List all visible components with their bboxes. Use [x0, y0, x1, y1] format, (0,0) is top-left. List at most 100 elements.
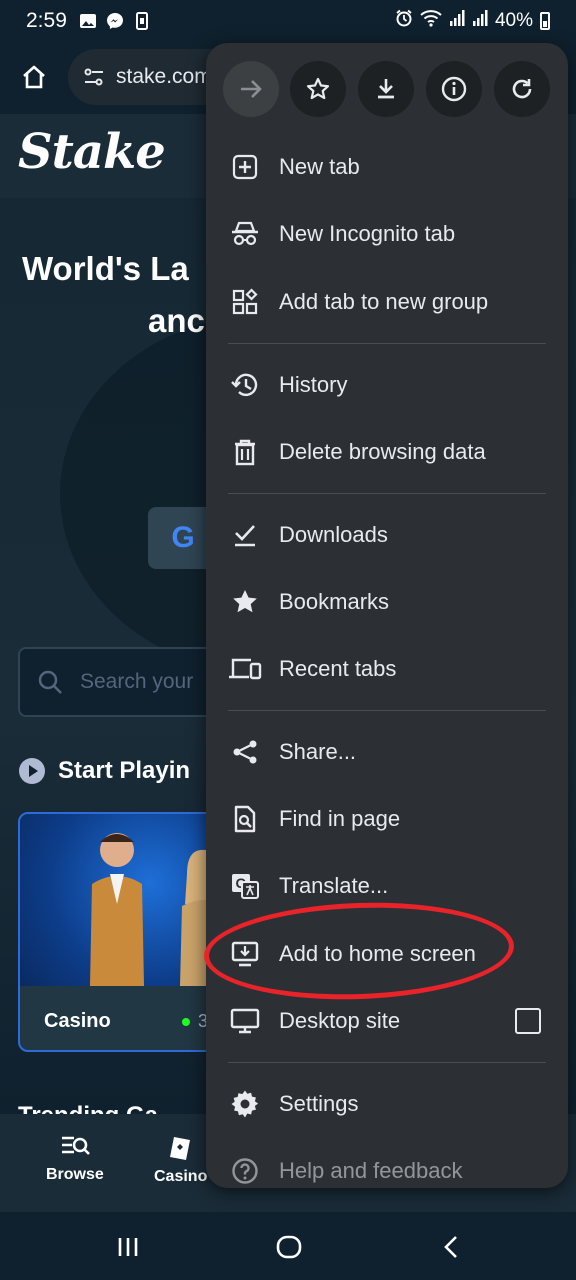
home-icon	[23, 65, 45, 89]
menu-label: Find in page	[279, 806, 401, 831]
status-left-icons	[78, 11, 151, 30]
gear-icon	[228, 1087, 262, 1121]
refresh-icon	[512, 79, 532, 99]
menu-divider	[228, 493, 546, 494]
menu-label: Bookmarks	[279, 589, 390, 614]
tab-group-icon	[228, 285, 262, 319]
menu-label: Delete browsing data	[279, 439, 486, 464]
menu-item-translate[interactable]: G Translate...	[206, 856, 568, 916]
menu-divider	[228, 343, 546, 344]
start-playing-heading: Start Playin	[18, 757, 190, 785]
menu-label: New tab	[279, 154, 360, 179]
devices-icon	[228, 652, 262, 686]
star-icon	[306, 77, 330, 100]
home-button[interactable]	[17, 60, 51, 94]
menu-item-desktop-site[interactable]: Desktop site	[206, 991, 568, 1051]
menu-label: Share...	[279, 739, 357, 764]
play-icon	[19, 758, 45, 784]
menu-item-history[interactable]: History	[206, 355, 568, 415]
messenger-icon	[105, 11, 124, 30]
page-info-button[interactable]	[426, 61, 482, 117]
share-icon	[228, 735, 262, 769]
nav-casino-label: Casino	[154, 1168, 208, 1185]
battery-percent: 40%	[494, 10, 533, 31]
menu-label: New Incognito tab	[279, 221, 456, 246]
sim-icon	[132, 11, 151, 30]
back-button[interactable]	[436, 1232, 466, 1262]
menu-label: Settings	[279, 1091, 359, 1116]
menu-label: History	[279, 372, 348, 397]
menu-item-recent-tabs[interactable]: Recent tabs	[206, 639, 568, 699]
menu-item-delete-browsing-data[interactable]: Delete browsing data	[206, 422, 568, 482]
home-circle-icon	[276, 1235, 302, 1259]
menu-item-add-to-home-screen[interactable]: Add to home screen	[206, 924, 568, 984]
menu-top-bar	[206, 43, 568, 143]
menu-item-share[interactable]: Share...	[206, 722, 568, 782]
download-icon	[378, 79, 394, 99]
nav-browse[interactable]: Browse	[46, 1134, 104, 1184]
search-placeholder: Search your	[80, 670, 194, 693]
menu-item-settings[interactable]: Settings	[206, 1074, 568, 1134]
alarm-icon	[395, 9, 413, 33]
menu-item-find-in-page[interactable]: Find in page	[206, 789, 568, 849]
wifi-icon	[420, 9, 442, 33]
nav-casino[interactable]: Casino	[154, 1134, 207, 1186]
menu-divider	[228, 710, 546, 711]
casino-card-label: Casino	[44, 1010, 111, 1032]
online-indicator	[182, 1018, 190, 1026]
refresh-button[interactable]	[494, 61, 550, 117]
nav-browse-label: Browse	[46, 1166, 104, 1183]
url-text: stake.com	[116, 65, 212, 88]
casino-icon	[169, 1137, 190, 1160]
status-bar: 2:59 40%	[0, 0, 576, 44]
start-playing-text: Start Playin	[58, 757, 191, 784]
forward-icon	[241, 80, 262, 98]
translate-icon: G	[228, 869, 262, 903]
battery-icon	[540, 12, 550, 30]
history-icon	[228, 368, 262, 402]
info-icon	[441, 76, 467, 102]
dealer-image	[90, 833, 144, 986]
overflow-menu: New tab New Incognito tab Add tab to new…	[206, 43, 568, 1188]
recent-apps-button[interactable]	[113, 1232, 143, 1262]
stake-logo[interactable]: Stake	[18, 124, 166, 180]
downloads-icon	[228, 518, 262, 552]
menu-item-bookmarks[interactable]: Bookmarks	[206, 572, 568, 632]
status-time: 2:59	[26, 9, 67, 32]
plus-box-icon	[228, 150, 262, 184]
trash-icon	[228, 435, 262, 469]
menu-label: Recent tabs	[279, 656, 397, 681]
image-icon	[78, 11, 97, 30]
hero-title: World's La	[22, 250, 189, 287]
bookmark-button[interactable]	[290, 61, 346, 117]
menu-label: Help and feedback	[279, 1158, 463, 1183]
menu-divider	[228, 1062, 546, 1063]
desktop-icon	[228, 1004, 262, 1038]
status-right: 40%	[395, 9, 550, 33]
trending-heading: Trending Ga	[18, 1102, 158, 1114]
find-in-page-icon	[228, 802, 262, 836]
hero-title-line2: anc	[148, 302, 205, 339]
menu-label: Downloads	[279, 522, 388, 547]
menu-item-downloads[interactable]: Downloads	[206, 505, 568, 565]
forward-button[interactable]	[223, 61, 279, 117]
menu-label: Add to home screen	[279, 941, 476, 966]
download-button[interactable]	[358, 61, 414, 117]
home-nav-button[interactable]	[274, 1232, 304, 1262]
signal-icon	[472, 9, 488, 33]
desktop-site-checkbox[interactable]	[515, 1008, 541, 1034]
search-icon	[38, 670, 62, 694]
android-nav-bar	[0, 1212, 576, 1280]
tune-icon[interactable]	[82, 65, 106, 89]
signal-icon	[449, 9, 465, 33]
menu-item-help-and-feedback[interactable]: Help and feedback	[206, 1141, 568, 1188]
menu-item-add-tab-to-group[interactable]: Add tab to new group	[206, 272, 568, 332]
browse-icon	[61, 1136, 90, 1155]
back-icon	[444, 1236, 457, 1258]
menu-label: Desktop site	[279, 1008, 401, 1033]
menu-label: Translate...	[279, 873, 389, 898]
menu-item-new-incognito-tab[interactable]: New Incognito tab	[206, 204, 568, 264]
help-icon	[228, 1154, 262, 1188]
menu-item-new-tab[interactable]: New tab	[206, 137, 568, 197]
menu-label: Add tab to new group	[279, 289, 489, 314]
